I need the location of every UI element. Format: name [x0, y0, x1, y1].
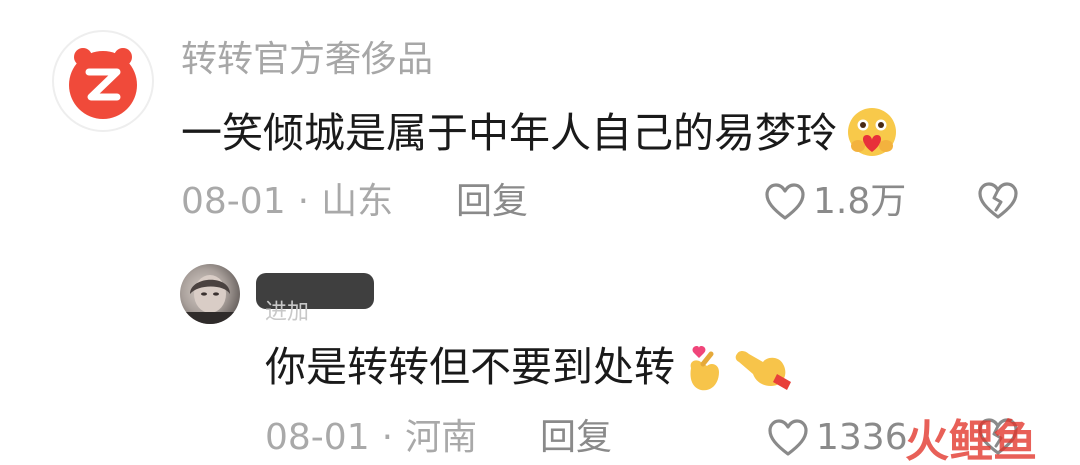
comment-dislike-button[interactable] [978, 182, 1018, 224]
heart-outline-icon [765, 183, 805, 220]
meta-separator: · [297, 181, 310, 222]
reply-body: 你是转转但不要到处转 [265, 340, 795, 394]
reply-date: 08-01 [265, 417, 370, 458]
reply-like-count: 1336 [816, 417, 908, 458]
reply-text: 你是转转但不要到处转 [265, 343, 675, 391]
broken-heart-icon [978, 182, 1018, 219]
reply-reply-button[interactable]: 回复 [540, 416, 612, 460]
comment-date: 08-01 [181, 181, 286, 222]
heart-hug-emoji [848, 108, 896, 156]
comment-location: 山东 [321, 181, 394, 222]
reply-meta: 08-01 · 河南 [265, 416, 477, 460]
reply-user-avatar[interactable] [180, 264, 240, 324]
comment-thread: 转转官方奢侈品 一笑倾城是属于中年人自己的易梦玲 08-01 · 山东 回复 1… [0, 0, 1080, 465]
reply-location: 河南 [405, 417, 478, 458]
comment-reply-button[interactable]: 回复 [456, 180, 528, 224]
zhuanzhuan-avatar[interactable] [52, 30, 154, 132]
comment-meta: 08-01 · 山东 [181, 180, 393, 224]
comment-like-count: 1.8万 [813, 181, 907, 222]
zhuanzhuan-logo-icon [69, 48, 137, 119]
watermark-logo: 火鲤鱼 [905, 416, 1037, 465]
comment-like-button[interactable]: 1.8万 [765, 180, 906, 224]
redacted-username-tail: 进加 [265, 300, 310, 325]
comment-body: 一笑倾城是属于中年人自己的易梦玲 [181, 104, 901, 162]
user-photo-icon [180, 275, 240, 324]
comment-text: 一笑倾城是属于中年人自己的易梦玲 [181, 109, 837, 157]
comment-username[interactable]: 转转官方奢侈品 [181, 38, 433, 82]
reply-like-button[interactable]: 1336 [768, 416, 908, 460]
pointing-hand-emoji [735, 351, 791, 390]
heart-outline-icon [768, 419, 808, 456]
meta-separator: · [381, 417, 394, 458]
finger-heart-emoji [690, 346, 719, 391]
